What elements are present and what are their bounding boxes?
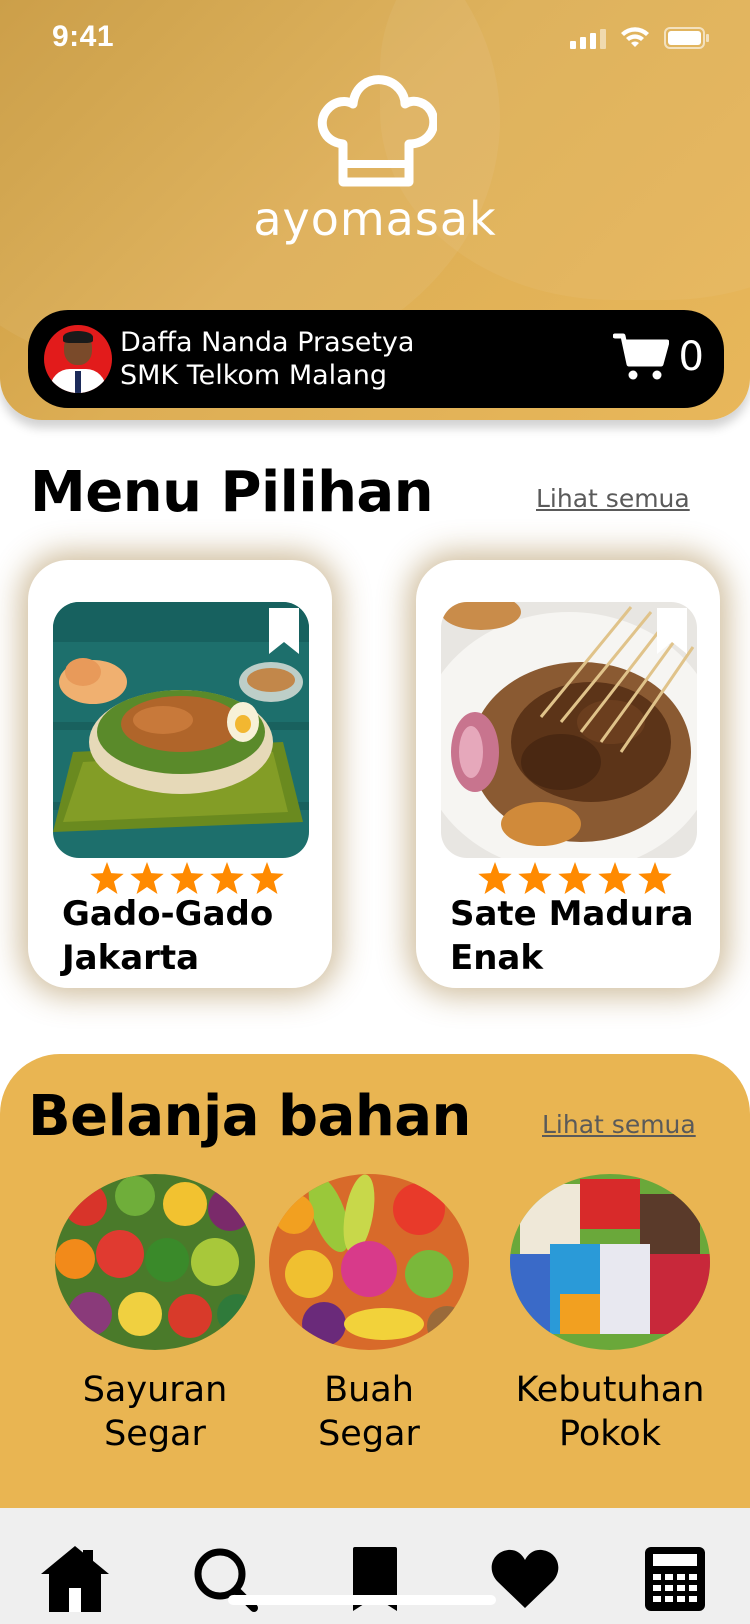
shop-see-all-link[interactable]: Lihat semua [542,1110,696,1139]
nav-bookmark[interactable] [335,1539,415,1619]
app-screen: 9:41 ayomasak Daffa Nanda Prasetya SMK T… [0,0,750,1624]
nav-search[interactable] [185,1539,265,1619]
nav-calculator[interactable] [635,1539,715,1619]
shop-category-label: Buah Segar [254,1368,484,1456]
shop-category-label: Kebutuhan Pokok [495,1368,725,1456]
menu-section-title: Menu Pilihan [30,460,434,525]
label-line: Buah [324,1370,414,1410]
cart-count: 0 [678,334,704,380]
label-line: Segar [318,1414,420,1454]
star-icon [638,862,672,894]
battery-icon [664,26,710,50]
recipe-card[interactable]: Sate Madura Enak [416,560,720,988]
recipe-title: Sate Madura Enak [450,892,712,980]
chef-hat-icon [317,75,437,187]
shop-category-vegetables[interactable]: Sayuran Segar [40,1174,270,1456]
shop-category-essentials[interactable]: Kebutuhan Pokok [495,1174,725,1456]
shop-category-fruits[interactable]: Buah Segar [254,1174,484,1456]
avatar[interactable] [44,325,112,393]
cart-icon [612,333,669,380]
recipe-title: Gado-Gado Jakarta [62,892,324,980]
header: 9:41 ayomasak Daffa Nanda Prasetya SMK T… [0,0,750,420]
signal-icon [570,27,606,49]
star-icon [478,862,512,894]
rating-stars [478,862,672,894]
nav-favorites[interactable] [485,1539,565,1619]
label-line: Kebutuhan [515,1370,705,1410]
app-logo: ayomasak [0,72,750,246]
essentials-image [510,1174,710,1350]
bookmark-icon[interactable] [655,608,689,659]
vegetables-image [55,1174,255,1350]
menu-see-all-link[interactable]: Lihat semua [536,484,690,513]
shop-section-title: Belanja bahan [28,1084,471,1149]
label-line: Sayuran [82,1370,228,1410]
label-line: Segar [104,1414,206,1454]
shop-category-label: Sayuran Segar [40,1368,270,1456]
rating-stars [90,862,284,894]
bottom-nav [0,1508,750,1624]
star-icon [210,862,244,894]
status-icons [570,26,710,50]
recipe-title-line: Sate Madura [450,894,694,934]
profile-bar[interactable]: Daffa Nanda Prasetya SMK Telkom Malang 0 [28,310,724,408]
star-icon [130,862,164,894]
calculator-icon [645,1547,705,1611]
cart-button[interactable]: 0 [612,332,704,382]
heart-icon [491,1549,559,1608]
recipe-image-sate [441,602,697,858]
home-icon [41,1546,109,1612]
shop-section: Belanja bahan Lihat semua Sayuran Segar [0,1054,750,1514]
recipe-title-line: Enak [450,938,543,978]
recipe-card[interactable]: Gado-Gado Jakarta [28,560,332,988]
status-time: 9:41 [52,20,115,53]
star-icon [250,862,284,894]
app-name: ayomasak [253,192,497,246]
wifi-icon [620,27,650,49]
fruits-image [269,1174,469,1350]
profile-school: SMK Telkom Malang [120,360,387,391]
home-indicator[interactable] [228,1595,496,1605]
label-line: Pokok [559,1414,661,1454]
recipe-title-line: Jakarta [62,938,200,978]
star-icon [170,862,204,894]
recipe-title-line: Gado-Gado [62,894,274,934]
star-icon [90,862,124,894]
star-icon [598,862,632,894]
bookmark-icon[interactable] [267,608,301,659]
star-icon [558,862,592,894]
recipe-image-gado-gado [53,602,309,858]
nav-home[interactable] [35,1539,115,1619]
star-icon [518,862,552,894]
profile-name: Daffa Nanda Prasetya [120,327,415,358]
profile-info: Daffa Nanda Prasetya SMK Telkom Malang [120,326,414,392]
